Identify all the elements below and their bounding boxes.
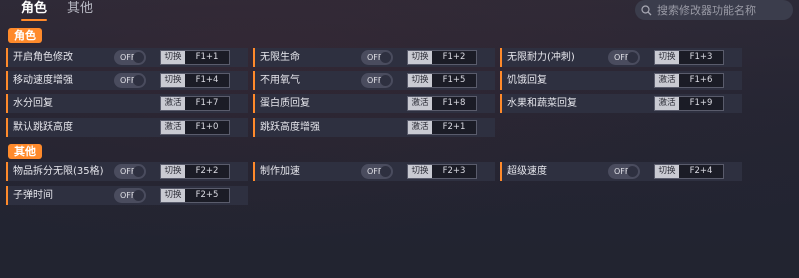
hotkey: 激活 F1+7 — [160, 96, 230, 111]
hotkey-key: F2+1 — [442, 122, 466, 132]
cheat-label: 开启角色修改 — [13, 52, 73, 63]
hotkey-action-button[interactable]: 激活 — [408, 97, 432, 110]
hotkey-action-button[interactable]: 激活 — [655, 74, 679, 87]
section-header-other: 其他 — [8, 144, 42, 159]
hotkey-key: F2+5 — [195, 190, 219, 200]
cheat-label: 物品拆分无限(35格) — [13, 166, 104, 177]
hotkey: 切换 F2+5 — [160, 188, 230, 203]
hotkey-key: F1+1 — [195, 52, 219, 62]
hotkey-key: F1+6 — [689, 75, 713, 85]
hotkey-action-button[interactable]: 切换 — [161, 165, 185, 178]
hotkey-action-button[interactable]: 切换 — [408, 51, 432, 64]
toggle-switch[interactable]: OFF — [114, 188, 146, 203]
hotkey-action-button[interactable]: 激活 — [161, 121, 185, 134]
hotkey-key: F1+5 — [442, 75, 466, 85]
hotkey: 切换 F1+3 — [654, 50, 724, 65]
hotkey-action-button[interactable]: 激活 — [655, 97, 679, 110]
cheat-row-infinite-health: 无限生命 OFF 切换 F1+2 — [253, 48, 495, 67]
tab-character[interactable]: 角色 — [21, 0, 48, 21]
search-icon — [635, 4, 657, 16]
cheat-label: 饥饿回复 — [507, 75, 547, 86]
cheat-row-fruit-veg-restore: 水果和蔬菜回复 激活 F1+9 — [500, 94, 742, 113]
cheat-row-jump-boost: 跳跃高度增强 激活 F2+1 — [253, 118, 495, 137]
hotkey: 激活 F2+1 — [407, 120, 477, 135]
cheat-label: 水果和蔬菜回复 — [507, 98, 577, 109]
hotkey-key: F1+9 — [689, 98, 713, 108]
hotkey-key: F2+2 — [195, 166, 219, 176]
hotkey: 切换 F1+2 — [407, 50, 477, 65]
toggle-switch[interactable]: OFF — [114, 164, 146, 179]
hotkey: 切换 F1+5 — [407, 73, 477, 88]
cheat-label: 蛋白质回复 — [260, 98, 310, 109]
hotkey-action-button[interactable]: 切换 — [655, 165, 679, 178]
hotkey: 切换 F1+1 — [160, 50, 230, 65]
cheat-row-hunger-restore: 饥饿回复 激活 F1+6 — [500, 71, 742, 90]
hotkey-action-button[interactable]: 激活 — [161, 97, 185, 110]
hotkey: 激活 F1+8 — [407, 96, 477, 111]
hotkey: 切换 F2+3 — [407, 164, 477, 179]
cheat-label: 无限生命 — [260, 52, 300, 63]
hotkey-key: F2+4 — [689, 166, 713, 176]
hotkey-key: F1+4 — [195, 75, 219, 85]
toggle-switch[interactable]: OFF — [114, 73, 146, 88]
cheat-row-super-speed: 超级速度 OFF 切换 F2+4 — [500, 162, 742, 181]
hotkey-action-button[interactable]: 激活 — [408, 121, 432, 134]
cheat-label: 超级速度 — [507, 166, 547, 177]
hotkey-action-button[interactable]: 切换 — [161, 51, 185, 64]
search-box[interactable] — [635, 0, 793, 20]
cheat-row-infinite-stamina: 无限耐力(冲刺) OFF 切换 F1+3 — [500, 48, 742, 67]
hotkey-action-button[interactable]: 切换 — [655, 51, 679, 64]
hotkey: 切换 F2+4 — [654, 164, 724, 179]
hotkey-action-button[interactable]: 切换 — [408, 74, 432, 87]
hotkey-key: F1+3 — [689, 52, 713, 62]
toggle-switch[interactable]: OFF — [114, 50, 146, 65]
hotkey: 激活 F1+6 — [654, 73, 724, 88]
hotkey-key: F1+7 — [195, 98, 219, 108]
cheat-label: 移动速度增强 — [13, 75, 73, 86]
hotkey-key: F2+3 — [442, 166, 466, 176]
hotkey: 切换 F1+4 — [160, 73, 230, 88]
hotkey-key: F1+2 — [442, 52, 466, 62]
cheat-row-no-oxygen: 不用氧气 OFF 切换 F1+5 — [253, 71, 495, 90]
top-bar: 角色 其他 — [0, 0, 799, 21]
section-header-character: 角色 — [8, 28, 42, 43]
hotkey-action-button[interactable]: 切换 — [408, 165, 432, 178]
toggle-switch[interactable]: OFF — [361, 73, 393, 88]
hotkey-key: F1+0 — [195, 122, 219, 132]
toggle-switch[interactable]: OFF — [608, 50, 640, 65]
hotkey: 切换 F2+2 — [160, 164, 230, 179]
hotkey: 激活 F1+0 — [160, 120, 230, 135]
tab-other[interactable]: 其他 — [67, 0, 93, 18]
cheat-row-default-jump: 默认跳跃高度 激活 F1+0 — [6, 118, 248, 137]
cheat-row-open-character-edit: 开启角色修改 OFF 切换 F1+1 — [6, 48, 248, 67]
cheat-row-water-restore: 水分回复 激活 F1+7 — [6, 94, 248, 113]
cheat-label: 默认跳跃高度 — [13, 122, 73, 133]
search-input[interactable] — [657, 0, 787, 20]
hotkey: 激活 F1+9 — [654, 96, 724, 111]
toggle-switch[interactable]: OFF — [361, 50, 393, 65]
hotkey-action-button[interactable]: 切换 — [161, 189, 185, 202]
cheat-row-move-speed: 移动速度增强 OFF 切换 F1+4 — [6, 71, 248, 90]
cheat-label: 跳跃高度增强 — [260, 122, 320, 133]
cheat-label: 子弹时间 — [13, 190, 53, 201]
toggle-switch[interactable]: OFF — [608, 164, 640, 179]
cheat-row-protein-restore: 蛋白质回复 激活 F1+8 — [253, 94, 495, 113]
hotkey-action-button[interactable]: 切换 — [161, 74, 185, 87]
cheat-label: 不用氧气 — [260, 75, 300, 86]
cheat-label: 水分回复 — [13, 98, 53, 109]
cheat-row-bullet-time: 子弹时间 OFF 切换 F2+5 — [6, 186, 248, 205]
cheat-row-infinite-split: 物品拆分无限(35格) OFF 切换 F2+2 — [6, 162, 248, 181]
cheat-row-craft-speed: 制作加速 OFF 切换 F2+3 — [253, 162, 495, 181]
cheat-label: 无限耐力(冲刺) — [507, 52, 575, 63]
cheat-label: 制作加速 — [260, 166, 300, 177]
toggle-switch[interactable]: OFF — [361, 164, 393, 179]
hotkey-key: F1+8 — [442, 98, 466, 108]
